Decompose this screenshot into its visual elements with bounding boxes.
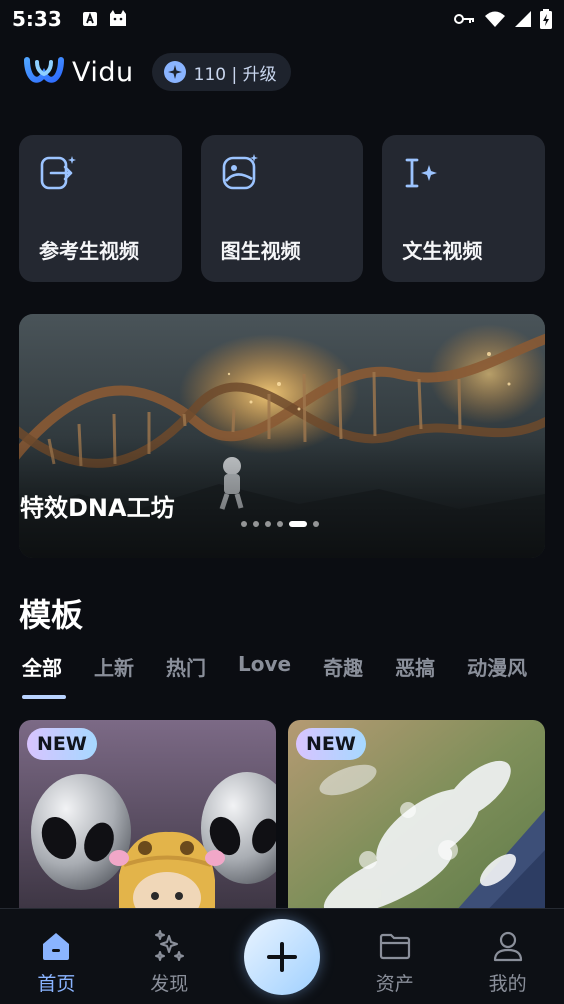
text-to-video-icon [405,158,438,188]
tab-anime[interactable]: 动漫风 [467,652,527,681]
plus-icon [266,942,297,972]
battery-icon [540,9,552,29]
new-badge: NEW [27,728,97,760]
feature-card-reference-video[interactable]: 参考生视频 [19,135,182,282]
tab-prank[interactable]: 恶搞 [395,652,435,681]
pagination-dot [313,521,319,527]
status-bar: 5:33 [0,0,564,38]
notification-a-icon [82,12,97,26]
wifi-icon [485,11,505,27]
sparkle-icon [155,930,185,961]
tab-all[interactable]: 全部 [22,652,62,681]
feature-label: 参考生视频 [39,239,139,263]
nav-assets[interactable]: 资产 [338,909,451,1004]
bottom-navigation: 首页 发现 资产 我的 [0,908,564,1004]
tab-hot[interactable]: 热门 [166,652,206,681]
brand: Vidu [24,56,134,88]
app-header: Vidu 110 | 升级 [24,52,291,92]
pagination-dot [277,521,283,527]
template-card-earth[interactable]: NEW [288,720,545,920]
new-badge: NEW [296,728,366,760]
nav-profile[interactable]: 我的 [451,909,564,1004]
cat-app-icon [109,10,126,26]
credits-upgrade-button[interactable]: 110 | 升级 [151,53,291,91]
pagination-dot-active [289,521,307,527]
feature-label: 图生视频 [220,239,301,263]
template-grid: NEW NEW [19,720,545,920]
status-time: 5:33 [12,7,62,31]
feature-card-image-to-video[interactable]: 图生视频 [200,135,364,282]
tab-new[interactable]: 上新 [94,652,134,681]
folder-icon [379,933,410,960]
home-icon [43,933,70,960]
key-icon [454,14,474,24]
nav-label: 发现 [150,973,189,995]
nav-create[interactable] [226,909,339,1004]
template-card-aliens[interactable]: NEW [19,720,276,920]
sparkle-credit-icon [163,61,186,83]
pagination-dot [241,521,247,527]
nav-label: 首页 [37,973,76,995]
pagination-dot [253,521,259,527]
credits-text: 110 | 升级 [193,64,277,85]
pagination-dot [265,521,271,527]
app-name: Vidu [72,56,134,88]
user-icon [493,931,522,962]
banner-title: 特效DNA工坊 [20,494,175,522]
create-button[interactable] [243,919,320,995]
template-tabs: 全部 上新 热门 Love 奇趣 恶搞 动漫风 [22,652,559,681]
tab-love[interactable]: Love [238,652,291,681]
vidu-logo-icon [24,57,64,83]
banner-pagination [241,521,319,527]
nav-label: 我的 [488,973,527,995]
image-to-video-icon [222,154,258,190]
tab-fun[interactable]: 奇趣 [323,652,363,681]
templates-title: 模板 [19,596,84,634]
active-tab-indicator [22,695,66,699]
feature-label: 文生视频 [402,239,483,263]
reference-video-icon [40,156,76,190]
signal-icon [515,11,531,27]
feature-card-text-to-video[interactable]: 文生视频 [382,135,546,282]
nav-label: 资产 [375,973,414,995]
feature-cards: 参考生视频 图生视频 文生视频 [19,135,546,282]
nav-discover[interactable]: 发现 [113,909,226,1004]
nav-home[interactable]: 首页 [0,909,113,1004]
